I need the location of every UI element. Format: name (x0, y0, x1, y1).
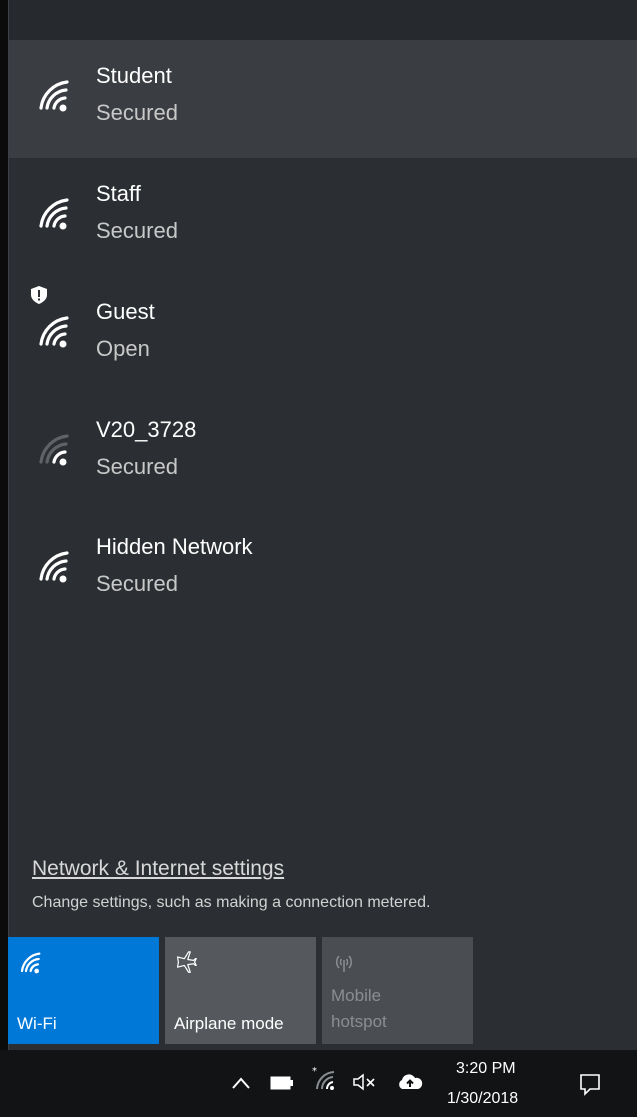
volume-muted-icon[interactable] (352, 1072, 380, 1092)
onedrive-icon[interactable] (396, 1072, 424, 1092)
clock-time[interactable]: 3:20 PM (456, 1060, 516, 1078)
network-item-student[interactable]: Student Secured (9, 40, 637, 158)
svg-text:*: * (312, 1066, 317, 1077)
network-settings-description: Change settings, such as making a connec… (32, 894, 431, 911)
mobile-hotspot-tile[interactable]: Mobile hotspot (322, 937, 473, 1044)
wifi-icon (39, 80, 69, 112)
network-flyout: Student Secured Staff Secured Guest Open… (8, 0, 637, 1050)
network-name: Staff (96, 181, 141, 206)
wifi-toggle-tile[interactable]: Wi-Fi (8, 937, 159, 1044)
network-status: Secured (96, 571, 178, 596)
wifi-icon[interactable]: * (312, 1066, 336, 1092)
notification-icon[interactable] (578, 1072, 602, 1096)
network-settings-link[interactable]: Network & Internet settings (32, 857, 284, 881)
network-status: Secured (96, 218, 178, 243)
shield-icon (31, 286, 47, 304)
network-name: Guest (96, 299, 155, 324)
wifi-icon (39, 551, 69, 583)
network-name: Hidden Network (96, 534, 253, 559)
network-status: Secured (96, 454, 178, 479)
flyout-top-strip (9, 0, 637, 40)
network-item-staff[interactable]: Staff Secured (9, 158, 637, 276)
tile-label-line1: Mobile (331, 986, 382, 1005)
tile-label-line2: hotspot (331, 1012, 387, 1031)
network-status: Secured (96, 100, 178, 125)
wifi-icon (39, 316, 69, 348)
network-name: Student (96, 63, 172, 88)
wifi-icon (20, 952, 41, 974)
battery-icon[interactable] (270, 1076, 294, 1090)
tile-label: Airplane mode (174, 1014, 284, 1033)
wifi-weak-icon (39, 434, 69, 466)
network-item-guest[interactable]: Guest Open (9, 276, 637, 394)
clock-date[interactable]: 1/30/2018 (447, 1090, 518, 1108)
network-item-v20-3728[interactable]: V20_3728 Secured (9, 394, 637, 512)
airplane-icon (176, 951, 197, 973)
network-name: V20_3728 (96, 417, 197, 442)
hotspot-icon (335, 955, 353, 972)
wifi-icon (39, 198, 69, 230)
chevron-up-icon[interactable] (231, 1076, 251, 1090)
screen: Student Secured Staff Secured Guest Open… (0, 0, 637, 1117)
network-item-hidden[interactable]: Hidden Network Secured (9, 511, 637, 629)
airplane-mode-tile[interactable]: Airplane mode (165, 937, 316, 1044)
tile-label: Wi-Fi (17, 1014, 57, 1033)
taskbar: * 3:20 PM 1/30/2018 (0, 1050, 637, 1117)
network-status: Open (96, 336, 150, 361)
